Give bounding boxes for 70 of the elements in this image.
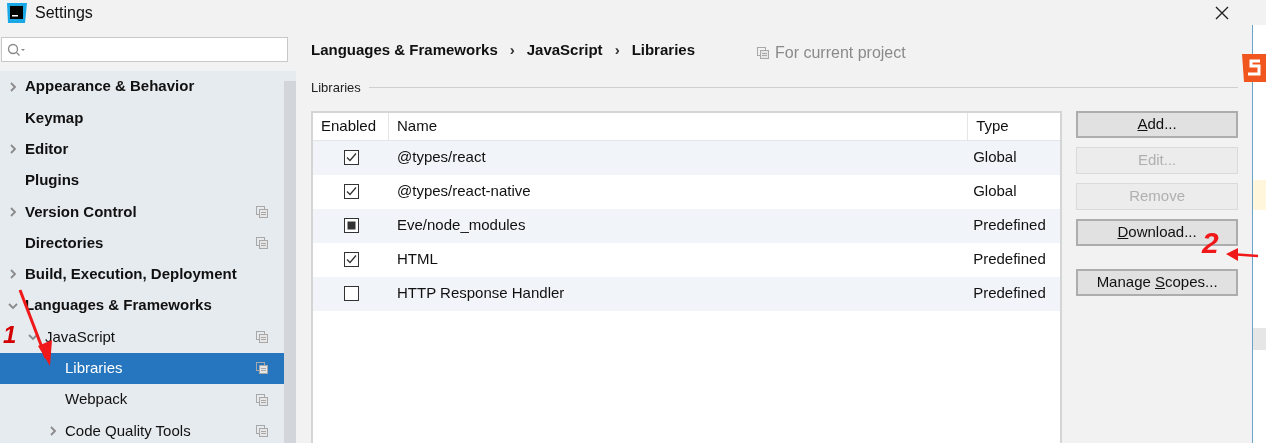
table-row[interactable]: Eve/node_modules Predefined [313,208,1061,243]
scrollbar[interactable] [284,81,296,443]
table-row[interactable]: HTTP Response Handler Predefined [313,276,1061,311]
copy-icon [757,47,769,59]
tree-item[interactable]: JavaScript [20,321,284,353]
chevron-right-icon[interactable] [7,81,18,92]
tree-item[interactable]: Keymap [0,102,284,134]
table-cell-text: Global [972,147,1018,168]
tree-item-label: Code Quality Tools [65,420,192,441]
search-icon [7,42,27,57]
table-cell-text: Predefined [972,215,1047,236]
chevron-right-icon[interactable] [7,144,18,155]
table-row[interactable]: @types/react Global [313,140,1061,175]
tree-item-label: Languages & Frameworks [25,295,213,316]
action-button[interactable]: Add... [1076,110,1238,138]
tree-item-label: Plugins [25,170,81,191]
chevron-right-icon[interactable] [7,269,18,280]
search-field[interactable] [1,37,288,62]
breadcrumb-item[interactable]: JavaScript [526,38,603,62]
checkbox[interactable] [343,150,359,165]
checkbox[interactable] [343,218,359,233]
checkbox[interactable] [343,184,359,199]
checkbox[interactable] [343,286,359,301]
column-header[interactable]: Enabled [313,112,389,140]
action-button[interactable]: Manage Scopes... [1076,268,1238,296]
tree-item-label: Build, Execution, Deployment [25,264,238,285]
annotation-number: 1 [3,323,17,347]
annotation-arrow [1224,247,1260,263]
table-cell-text: @types/react-native [396,181,532,202]
tree-item[interactable]: Webpack [40,383,284,416]
scope-note: For current project [775,43,906,63]
tree-item[interactable]: Version Control [0,196,284,228]
tree-item[interactable]: Build, Execution, Deployment [0,258,284,291]
breadcrumb-separator: › [614,39,620,60]
tree-item-label: Editor [25,139,70,159]
tree-item-label: Version Control [25,201,138,222]
tree-item[interactable]: Editor [0,133,284,165]
chevron-down-icon[interactable] [7,300,18,311]
breadcrumb-separator: › [509,39,515,60]
tree-item[interactable]: Directories [0,227,284,259]
tree-item[interactable]: Appearance & Behavior [0,71,284,103]
chevron-right-icon[interactable] [7,206,18,217]
app-logo-icon [5,1,29,24]
tree-item-label: Directories [25,232,105,253]
table-cell-text: Predefined [972,249,1047,270]
chevron-down-icon[interactable] [27,332,38,342]
tree-item-label: Keymap [25,107,85,128]
window-title: Settings [35,2,93,23]
tree-item-label: Webpack [65,389,129,410]
section-title: Libraries [311,79,361,97]
tree-item[interactable]: Plugins [0,164,284,197]
column-header[interactable]: Name [389,112,969,140]
tree-item-label: Appearance & Behavior [25,76,196,97]
breadcrumb-item[interactable]: Libraries [631,38,695,62]
close-icon[interactable] [1215,5,1229,20]
table-cell-text: HTTP Response Handler [396,283,566,304]
tree-item-label: JavaScript [45,326,117,347]
chevron-right-icon[interactable] [47,425,58,436]
tree-item[interactable]: Languages & Frameworks [0,290,284,322]
table-cell-text: Predefined [972,283,1047,304]
tree-item-label: Libraries [65,358,124,379]
checkbox[interactable] [343,252,359,267]
table-cell-text: HTML [396,249,439,270]
breadcrumb-item[interactable]: Languages & Frameworks [311,38,498,62]
tree-item[interactable]: Libraries [0,352,284,384]
tree-item[interactable]: Code Quality Tools [40,415,284,443]
table-cell-text: Eve/node_modules [396,215,527,236]
table-cell-text: Global [972,181,1018,202]
column-header[interactable]: Type [968,112,1061,140]
table-cell-text: @types/react [396,147,487,168]
